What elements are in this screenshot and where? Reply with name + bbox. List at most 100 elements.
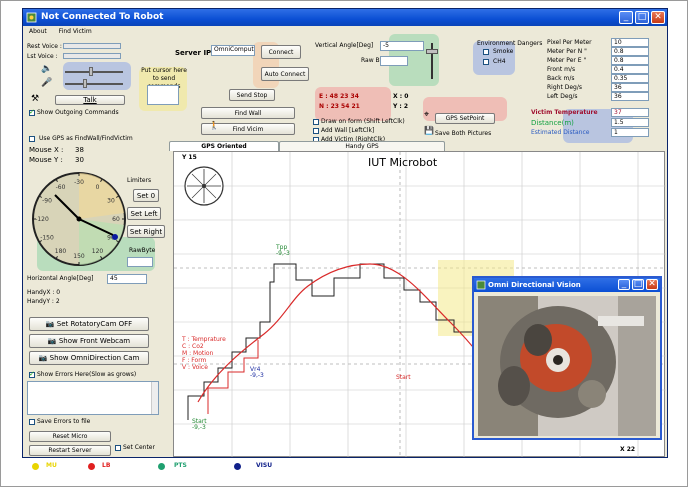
- set-center-checkbox[interactable]: [115, 445, 121, 451]
- rotatory-cam-label: Set RotatoryCam OFF: [56, 320, 133, 328]
- map-legend-line: M : Motion: [182, 350, 214, 357]
- title-bar[interactable]: Not Connected To Robot: [23, 9, 667, 26]
- mouse-y-value: 30: [75, 156, 84, 164]
- menu-about[interactable]: About: [29, 28, 47, 35]
- volume-slider-thumb[interactable]: [89, 67, 93, 76]
- dial-tick-label: 120: [92, 248, 104, 255]
- omni-vision-title: Omni Directional Vision: [488, 281, 581, 289]
- auto-connect-button[interactable]: Auto Connect: [261, 67, 309, 81]
- map-legend-line: C : Co2: [182, 343, 204, 350]
- show-errors-checkbox[interactable]: [29, 370, 35, 378]
- smoke-checkbox[interactable]: [483, 49, 489, 55]
- set-right-button[interactable]: Set Right: [127, 225, 165, 238]
- save-errors-checkbox[interactable]: [29, 419, 35, 425]
- draw-on-form-label: Draw on form (Shift LeftClk): [321, 118, 405, 125]
- distance-input[interactable]: 1.5: [611, 118, 649, 127]
- menu-find-victim[interactable]: Find Victim: [59, 28, 92, 35]
- limiters-label: Limiters: [127, 177, 152, 184]
- param-input[interactable]: 36: [611, 83, 649, 92]
- legend-dot-lb: [88, 463, 95, 470]
- errors-textbox[interactable]: [27, 381, 159, 415]
- add-wall-checkbox[interactable]: [313, 128, 319, 134]
- h-angle-input[interactable]: 45: [107, 274, 147, 284]
- close-button[interactable]: ✕: [651, 11, 665, 24]
- smoke-label: Smoke: [493, 48, 514, 55]
- mic-slider-track[interactable]: [65, 83, 123, 85]
- find-wall-button[interactable]: Find Wall: [201, 107, 295, 119]
- omni-maximize-button[interactable]: □: [632, 279, 644, 290]
- draw-on-form-checkbox[interactable]: [313, 119, 319, 125]
- lst-voice-bar: [63, 53, 121, 59]
- mouse-y-label: Mouse Y :: [29, 156, 63, 164]
- dial-marker: [112, 234, 118, 240]
- tab-gps-oriented[interactable]: GPS Oriented: [169, 141, 279, 151]
- ch4-checkbox[interactable]: [483, 59, 489, 65]
- maximize-button[interactable]: □: [635, 11, 649, 24]
- param-input[interactable]: 0.8: [611, 56, 649, 65]
- errors-scrollbar[interactable]: [151, 382, 158, 414]
- omni-vision-window[interactable]: Omni Directional Vision _ □ ✕: [472, 276, 662, 440]
- tab-handy-gps[interactable]: Handy GPS: [279, 141, 445, 151]
- map-compass-icon: [184, 166, 224, 206]
- param-input[interactable]: 10: [611, 38, 649, 47]
- app-icon: [26, 12, 37, 23]
- param-label: Back m/s: [547, 75, 575, 82]
- minimize-button[interactable]: _: [619, 11, 633, 24]
- handy-y-label: HandyY : 2: [27, 298, 60, 305]
- param-input[interactable]: 0.4: [611, 65, 649, 74]
- set-left-button[interactable]: Set Left: [127, 207, 161, 220]
- handy-x-label: HandyX : 0: [27, 289, 61, 296]
- raw-byte-input[interactable]: [380, 56, 408, 66]
- save-errors-label: Save Errors to file: [37, 418, 91, 425]
- param-input[interactable]: 36: [611, 92, 649, 101]
- mouse-x-value: 38: [75, 146, 84, 154]
- dial-tick-label: -150: [40, 235, 54, 242]
- server-ip-input[interactable]: OmniComputer: [211, 45, 255, 56]
- add-wall-label: Add Wall [LeftClk]: [321, 127, 375, 134]
- mouse-x-label: Mouse X :: [29, 146, 64, 154]
- victim-temp-input[interactable]: 37: [611, 108, 649, 117]
- front-webcam-button[interactable]: 📷 Show Front Webcam: [29, 334, 149, 348]
- use-gps-checkbox[interactable]: [29, 136, 35, 142]
- param-input[interactable]: 0.8: [611, 47, 649, 56]
- vertical-angle-input[interactable]: -5: [380, 41, 424, 51]
- map-point-start-label: Start: [396, 374, 411, 381]
- talk-button[interactable]: Talk: [55, 95, 125, 105]
- coord-e: E : 48 23 34: [319, 93, 359, 100]
- gps-setpoint-button[interactable]: GPS SetPoint: [435, 113, 495, 124]
- omni-minimize-button[interactable]: _: [618, 279, 630, 290]
- volume-slider-track[interactable]: [65, 71, 123, 73]
- map-x-label: X 22: [620, 446, 636, 453]
- restart-server-button[interactable]: Restart Server: [29, 445, 111, 456]
- reset-micro-button[interactable]: Reset Micro: [29, 431, 111, 442]
- window-title: Not Connected To Robot: [41, 12, 164, 22]
- microphone-icon[interactable]: 🎤: [41, 79, 52, 88]
- command-input[interactable]: [147, 85, 179, 105]
- rawbyte-label: RawByte: [129, 247, 156, 254]
- server-ip-label: Server IP: [175, 49, 212, 57]
- map-y-label: Y 15: [182, 154, 197, 161]
- rawbyte-input[interactable]: [127, 257, 153, 267]
- omni-cam-button[interactable]: 📷 Show OmniDirection Cam: [29, 351, 149, 365]
- map-canvas[interactable]: Y 15 IUT Microbot X 22 T : Temprature C :…: [173, 151, 666, 457]
- vertical-slider-thumb[interactable]: [426, 49, 438, 54]
- set0-button[interactable]: Set 0: [133, 189, 159, 202]
- lst-voice-label: Lst Voice :: [27, 53, 58, 60]
- ch4-label: CH4: [493, 58, 506, 65]
- omni-close-button[interactable]: ✕: [646, 279, 658, 290]
- show-outgoing-checkbox[interactable]: [29, 108, 35, 116]
- save-both-button[interactable]: Save Both Pictures: [435, 130, 491, 138]
- send-stop-button[interactable]: Send Stop: [229, 89, 275, 101]
- connect-button[interactable]: Connect: [261, 45, 301, 59]
- compass-dial[interactable]: -300306090120150180-150-120-90-60: [29, 169, 129, 269]
- param-input[interactable]: 0.35: [611, 74, 649, 83]
- param-label: Front m/s: [547, 66, 576, 73]
- mic-slider-thumb[interactable]: [83, 79, 87, 88]
- omni-cam-label: Show OmniDirection Cam: [49, 354, 140, 362]
- speaker-icon[interactable]: 🔈: [41, 65, 52, 74]
- omni-camera-image: [478, 296, 656, 436]
- tools-icon: ⚒: [31, 94, 40, 104]
- rotatory-cam-button[interactable]: 📷 Set RotatoryCam OFF: [29, 317, 149, 331]
- est-distance-input[interactable]: 1: [611, 128, 649, 137]
- omni-window-icon: [476, 280, 486, 290]
